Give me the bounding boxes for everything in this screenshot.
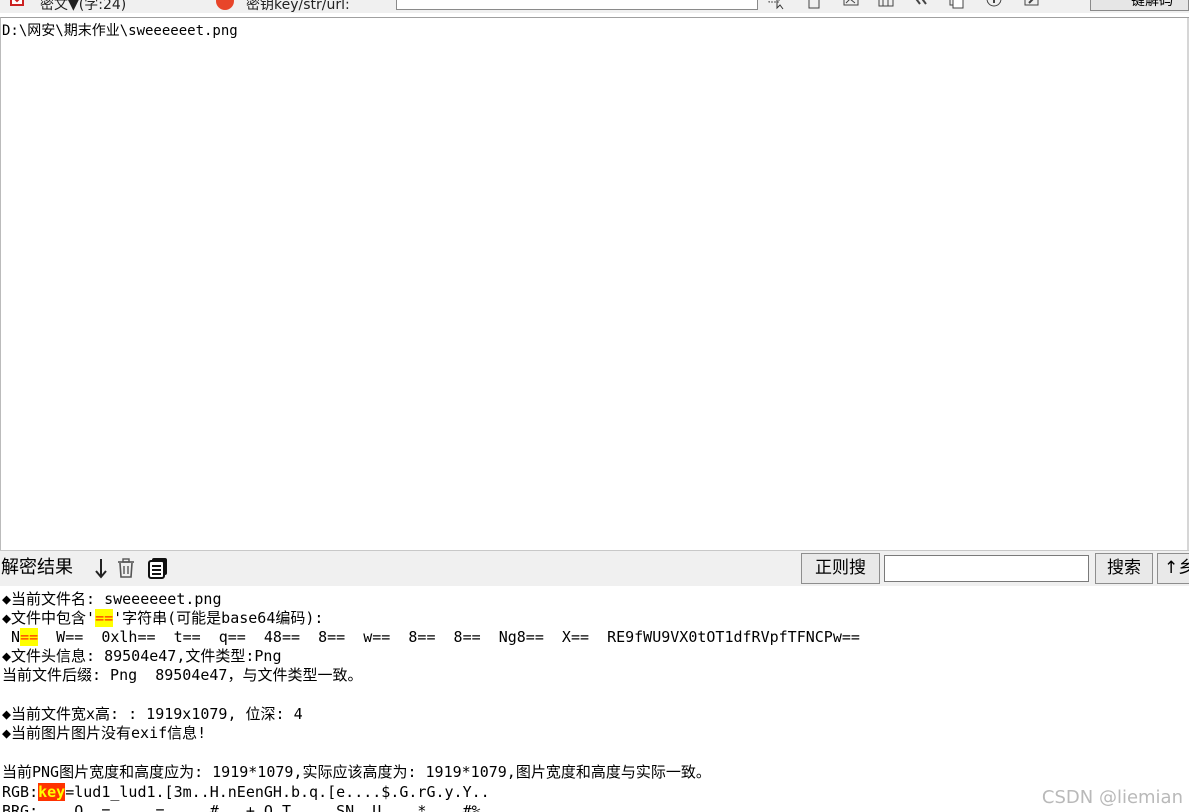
base64-value-highlight: ==: [20, 628, 39, 646]
copy-icon[interactable]: [948, 0, 964, 10]
output-line-base64-header: ◆文件中包含'=='字符串(可能是base64编码):: [2, 609, 323, 628]
output-line-base64-values: N== W== 0xlh== t== q== 48== 8== w== 8== …: [2, 628, 860, 647]
output-line-exif: ◆当前图片图片没有exif信息!: [2, 724, 207, 742]
search-button[interactable]: 搜索: [1095, 553, 1153, 584]
csdn-watermark: CSDN @liemian: [1041, 787, 1183, 808]
arrow-down-icon[interactable]: [90, 557, 112, 579]
info-icon[interactable]: [986, 0, 1002, 10]
result-bar: 解密结果 正则搜 搜索 ↑乡: [0, 550, 1189, 586]
calculator-icon[interactable]: [878, 0, 894, 10]
output-line-rgb: RGB:key=lud1_lud1.[3m..H.nEenGH.b.q.[e..…: [2, 783, 490, 802]
base64-values-post: W== 0xlh== t== q== 48== 8== w== 8== 8== …: [38, 628, 860, 646]
output-line-png-size: 当前PNG图片宽度和高度应为: 1919*1079,实际应该高度为: 1919*…: [2, 763, 711, 781]
copy-result-icon[interactable]: [147, 557, 169, 579]
tools-icon[interactable]: [912, 0, 928, 10]
output-line-dimensions: ◆当前文件宽x高: : 1919x1079, 位深: 4: [2, 705, 303, 723]
rgb-pre: RGB:: [2, 783, 39, 801]
output-text-area[interactable]: ◆当前文件名: sweeeeeet.png ◆文件中包含'=='字符串(可能是b…: [0, 586, 1189, 812]
key-icon: [216, 0, 234, 10]
top-toolbar: 密文▼(字:24) 密钥key/str/url: 键解码: [0, 0, 1189, 13]
edit-icon[interactable]: [1024, 0, 1040, 10]
base64-header-post: '字符串(可能是base64编码):: [113, 609, 324, 627]
trash-icon[interactable]: [115, 557, 137, 579]
result-label: 解密结果: [1, 557, 73, 578]
base64-marker-highlight: ==: [95, 609, 114, 627]
input-text-area[interactable]: D:\网安\期末作业\sweeeeeet.png: [0, 17, 1189, 550]
ciphertext-icon: [10, 0, 24, 6]
base64-header-pre: ◆文件中包含': [2, 609, 96, 627]
ciphertext-tab[interactable]: 密文▼(字:24): [40, 0, 126, 13]
image-icon[interactable]: [843, 0, 859, 10]
output-line-file-suffix: 当前文件后缀: Png 89504e47，与文件类型一致。: [2, 666, 363, 684]
up-button[interactable]: ↑乡: [1157, 553, 1189, 584]
output-line-filename: ◆当前文件名: sweeeeeet.png: [2, 590, 222, 608]
regex-search-button[interactable]: 正则搜: [801, 553, 880, 584]
regex-input[interactable]: [884, 555, 1089, 582]
output-line-brg: BRG:....Q..=.....=.....#...+.Q.T.....SN.…: [2, 802, 481, 812]
key-highlight: key: [38, 783, 66, 801]
delete-icon[interactable]: [806, 0, 822, 10]
key-tab[interactable]: 密钥key/str/url:: [246, 0, 350, 13]
file-path-text: D:\网安\期末作业\sweeeeeet.png: [2, 23, 238, 39]
output-line-file-header: ◆文件头信息: 89504e47,文件类型:Png: [2, 647, 282, 665]
key-input[interactable]: [396, 0, 758, 10]
base64-values-pre: N: [2, 628, 21, 646]
decrypt-button[interactable]: 键解码: [1090, 0, 1189, 11]
rgb-post: =lud1_lud1.[3m..H.nEenGH.b.q.[e....$.G.r…: [65, 783, 490, 801]
select-cursor-icon[interactable]: [768, 0, 784, 10]
